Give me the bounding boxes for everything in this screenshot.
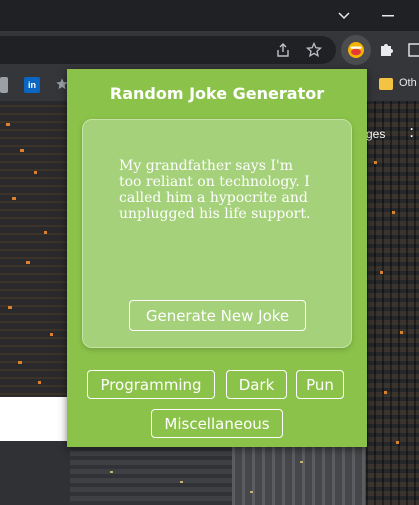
- emoji-extension-icon: [348, 42, 364, 58]
- browser-titlebar: [0, 0, 419, 31]
- minimize-icon: [382, 14, 394, 16]
- other-bookmarks-label[interactable]: Oth: [399, 77, 417, 89]
- joke-extension-button[interactable]: [341, 35, 371, 65]
- category-pun-button[interactable]: Pun: [296, 370, 344, 399]
- tab-search-button[interactable]: [324, 0, 364, 31]
- browser-toolbar: [0, 31, 419, 69]
- more-dots-icon[interactable]: · ·: [410, 123, 414, 142]
- category-programming-button[interactable]: Programming: [87, 370, 215, 399]
- joke-text: My grandfather says I'm too reliant on t…: [119, 158, 311, 222]
- chevron-down-icon: [338, 11, 350, 19]
- joke-generator-popup: Random Joke Generator My grandfather say…: [67, 69, 367, 447]
- share-button[interactable]: [272, 39, 294, 61]
- generate-joke-button[interactable]: Generate New Joke: [129, 300, 306, 331]
- side-panel-icon: [408, 43, 419, 57]
- bookmark-favicon[interactable]: [0, 77, 8, 93]
- extensions-button[interactable]: [375, 39, 397, 61]
- page-text-snippet: ges: [366, 127, 386, 141]
- folder-icon[interactable]: [379, 78, 393, 90]
- star-icon: [306, 42, 322, 58]
- puzzle-extensions-icon: [381, 44, 393, 56]
- bookmark-button[interactable]: [303, 39, 325, 61]
- category-dark-button[interactable]: Dark: [226, 370, 287, 399]
- popup-title: Random Joke Generator: [109, 84, 325, 103]
- page-white-panel: [0, 397, 68, 441]
- joke-card: My grandfather says I'm too reliant on t…: [82, 119, 352, 348]
- category-miscellaneous-button[interactable]: Miscellaneous: [151, 409, 283, 438]
- linkedin-icon: in: [28, 80, 36, 90]
- side-panel-button[interactable]: [404, 39, 419, 61]
- linkedin-bookmark[interactable]: in: [24, 77, 40, 93]
- minimize-button[interactable]: [368, 0, 408, 31]
- share-icon: [277, 43, 289, 57]
